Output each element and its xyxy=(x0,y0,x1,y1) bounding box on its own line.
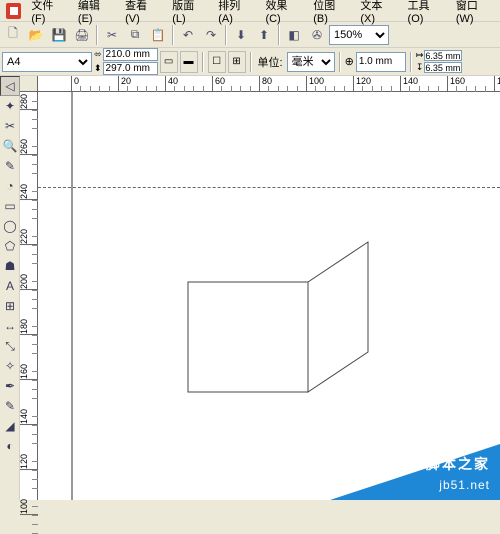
property-bar: A4 ⬄ ⬍ ▭ ▬ ☐ ⊞ 单位: 毫米 ⊕ ↦ ↧ xyxy=(0,48,500,76)
watermark: 脚本之家 jb51.net xyxy=(330,444,500,500)
nudge-distance-input[interactable] xyxy=(356,52,406,72)
drawn-box-shape[interactable] xyxy=(178,232,378,405)
page-dimensions: ⬄ ⬍ xyxy=(94,48,158,75)
paste-icon[interactable]: 📋 xyxy=(147,24,169,46)
separator xyxy=(410,52,412,72)
ruler-origin[interactable] xyxy=(20,76,38,92)
page-layout2-icon[interactable]: ⊞ xyxy=(228,51,246,73)
duplicate-offset: ↦ ↧ xyxy=(416,50,463,73)
crop-tool-icon[interactable]: ✂ xyxy=(0,116,20,136)
dup-y-icon: ↧ xyxy=(416,62,424,73)
smart-fill-icon[interactable]: ◔ xyxy=(0,176,20,196)
nudge-icon: ⊕ xyxy=(345,55,354,68)
dup-x-icon: ↦ xyxy=(416,50,424,61)
open-icon[interactable]: 📂 xyxy=(25,24,47,46)
fill-tool-icon[interactable]: ◢ xyxy=(0,416,20,436)
portrait-button[interactable]: ▭ xyxy=(160,51,178,73)
menu-tools[interactable]: 工具(O) xyxy=(402,0,450,27)
height-icon: ⬍ xyxy=(94,63,102,74)
menu-text[interactable]: 文本(X) xyxy=(354,0,401,27)
eyedropper-tool-icon[interactable]: ✒ xyxy=(0,376,20,396)
zoom-level-select[interactable]: 150% xyxy=(329,25,389,45)
landscape-button[interactable]: ▬ xyxy=(180,51,198,73)
page-layout-icon[interactable]: ☐ xyxy=(208,51,226,73)
units-label: 单位: xyxy=(256,54,285,70)
ruler-horizontal[interactable]: 020406080100120140160180 xyxy=(38,76,500,92)
pick-tool-icon[interactable]: ◁ xyxy=(0,76,20,96)
app-icon xyxy=(6,3,21,19)
basic-shapes-icon[interactable]: ☗ xyxy=(0,256,20,276)
save-icon[interactable]: 💾 xyxy=(48,24,70,46)
ruler-vertical[interactable]: 280260240220200180160140120100 xyxy=(20,92,38,500)
text-tool-icon[interactable]: A xyxy=(0,276,20,296)
copy-icon[interactable]: ⧉ xyxy=(124,24,146,46)
outline-tool-icon[interactable]: ✎ xyxy=(0,396,20,416)
new-icon[interactable]: 🗋 xyxy=(2,24,24,46)
separator xyxy=(278,25,280,45)
interactive-tool-icon[interactable]: ✧ xyxy=(0,356,20,376)
cut-icon[interactable]: ✂ xyxy=(101,24,123,46)
separator xyxy=(339,52,341,72)
menu-window[interactable]: 窗口(W) xyxy=(450,0,500,27)
undo-icon[interactable]: ↶ xyxy=(177,24,199,46)
shape-tool-icon[interactable]: ✦ xyxy=(0,96,20,116)
separator xyxy=(202,52,204,72)
menu-bar: 文件(F) 编辑(E) 查看(V) 版面(L) 排列(A) 效果(C) 位图(B… xyxy=(0,0,500,22)
page-height-input[interactable] xyxy=(103,62,158,75)
polygon-tool-icon[interactable]: ⬠ xyxy=(0,236,20,256)
separator xyxy=(172,25,174,45)
watermark-url: jb51.net xyxy=(439,478,490,492)
width-icon: ⬄ xyxy=(94,49,102,60)
page-width-input[interactable] xyxy=(103,48,158,61)
ellipse-tool-icon[interactable]: ◯ xyxy=(0,216,20,236)
watermark-title: 脚本之家 xyxy=(426,454,490,474)
separator xyxy=(250,52,252,72)
export-icon[interactable]: ⬆ xyxy=(253,24,275,46)
redo-icon[interactable]: ↷ xyxy=(200,24,222,46)
page-boundary xyxy=(71,92,73,500)
dup-x-input[interactable] xyxy=(424,50,462,61)
units-select[interactable]: 毫米 xyxy=(287,52,335,72)
corel-online-icon[interactable]: ✇ xyxy=(306,24,328,46)
interactive-fill-icon[interactable]: ◐ xyxy=(0,436,20,456)
table-tool-icon[interactable]: ⊞ xyxy=(0,296,20,316)
toolbox: ◁ ✦ ✂ 🔍 ✎ ◔ ▭ ◯ ⬠ ☗ A ⊞ ↔ ⤡ ✧ ✒ ✎ ◢ ◐ xyxy=(0,76,20,500)
dimension-tool-icon[interactable]: ↔ xyxy=(0,316,20,336)
import-icon[interactable]: ⬇ xyxy=(230,24,252,46)
zoom-tool-icon[interactable]: 🔍 xyxy=(0,136,20,156)
app-launcher-icon[interactable]: ◧ xyxy=(283,24,305,46)
connector-tool-icon[interactable]: ⤡ xyxy=(0,336,20,356)
rectangle-tool-icon[interactable]: ▭ xyxy=(0,196,20,216)
dup-y-input[interactable] xyxy=(424,62,462,73)
print-icon[interactable]: 🖨 xyxy=(71,24,93,46)
paper-size-select[interactable]: A4 xyxy=(2,52,92,72)
guideline-horizontal[interactable] xyxy=(38,187,500,188)
drawing-canvas[interactable] xyxy=(38,92,500,500)
freehand-tool-icon[interactable]: ✎ xyxy=(0,156,20,176)
separator xyxy=(225,25,227,45)
separator xyxy=(96,25,98,45)
